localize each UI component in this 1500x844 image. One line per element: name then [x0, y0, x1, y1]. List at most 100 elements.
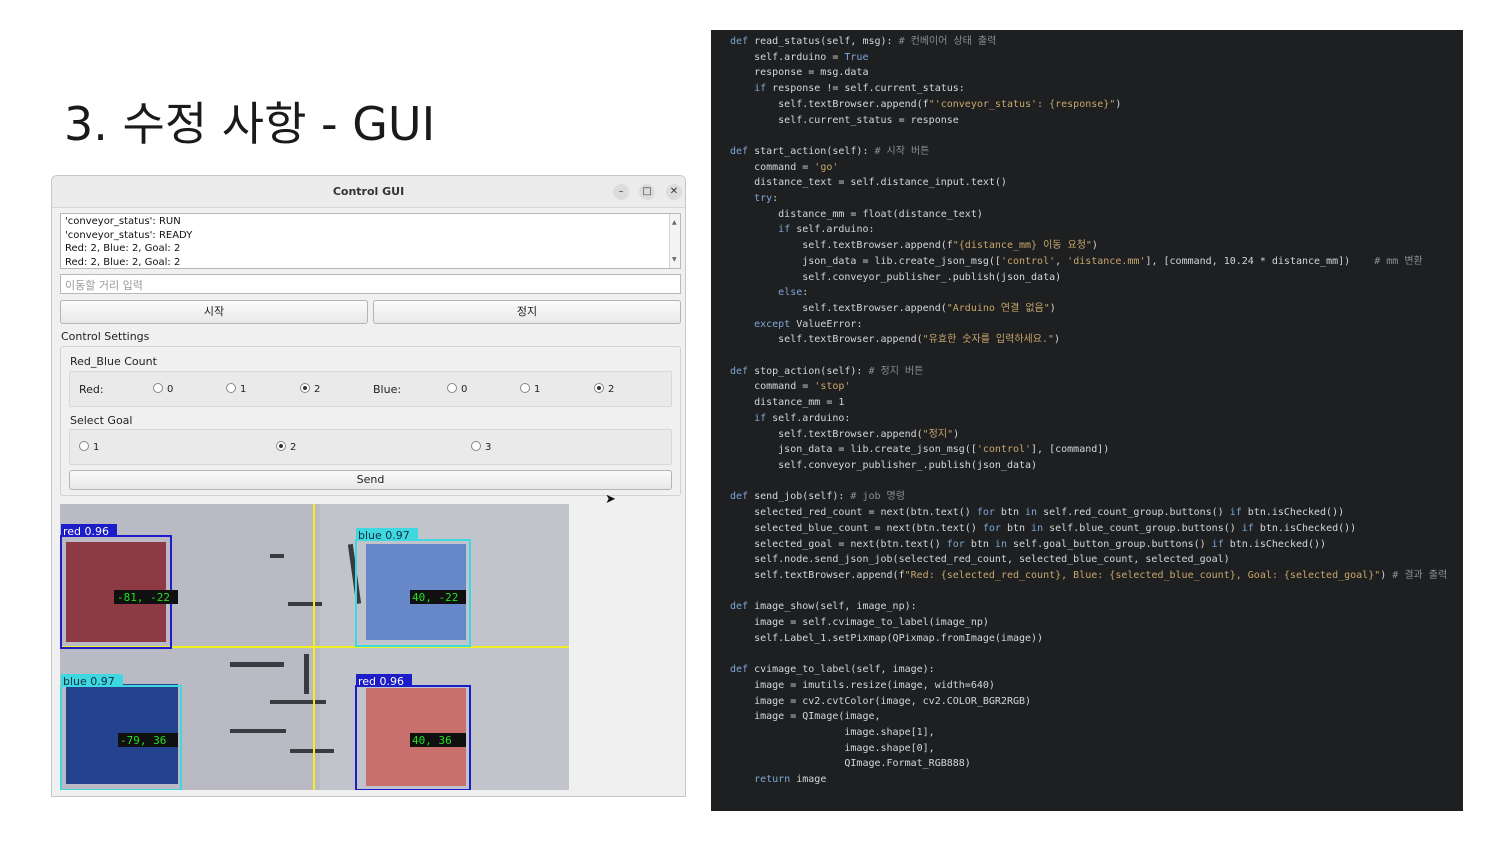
- code-line: return image: [754, 774, 827, 786]
- red-label: Red:: [79, 383, 104, 396]
- code-line: distance_mm = float(distance_text): [730, 208, 983, 220]
- code-listing: def read_status(self, msg): # 컨베이어 상태 출력…: [730, 34, 1447, 788]
- radio-label: 3: [485, 442, 492, 453]
- detection-label: red 0.96: [358, 675, 404, 688]
- close-icon[interactable]: ✕: [666, 184, 682, 200]
- code-line: image.shape[0],: [730, 742, 935, 754]
- code-line: json_data = lib.create_json_msg(['contro…: [730, 444, 1110, 456]
- detection-label: blue 0.97: [63, 675, 115, 688]
- code-line: def send_job(self): # job 명령: [730, 491, 905, 503]
- code-line: image = cv2.cvtColor(image, cv2.COLOR_BG…: [730, 695, 1032, 707]
- status-text-browser[interactable]: 'conveyor_status': RUN 'conveyor_status'…: [60, 213, 681, 269]
- code-line: self.conveyor_publisher_.publish(json_da…: [730, 271, 1062, 283]
- red-radio-1[interactable]: 1: [226, 383, 246, 395]
- code-line: self.textBrowser.append("Arduino 연결 없음"): [730, 302, 1056, 314]
- code-line: self.conveyor_publisher_.publish(json_da…: [730, 459, 1038, 471]
- select-goal-group: [69, 429, 672, 465]
- code-line: def read_status(self, msg): # 컨베이어 상태 출력: [730, 36, 997, 47]
- log-scrollbar[interactable]: ▲ ▼: [669, 214, 680, 268]
- code-line: def cvimage_to_label(self, image):: [730, 664, 935, 676]
- code-line: command = 'stop': [730, 381, 851, 393]
- code-line: image = imutils.resize(image, width=640): [730, 679, 995, 691]
- radio-label: 2: [608, 384, 615, 395]
- radio-label: 0: [167, 384, 174, 395]
- radio-label: 2: [290, 442, 297, 453]
- code-line: self.textBrowser.append(f"'conveyor_stat…: [730, 98, 1122, 110]
- code-line: QImage.Format_RGB888): [730, 758, 971, 770]
- minimize-icon[interactable]: –: [613, 184, 629, 200]
- blue-radio-0[interactable]: 0: [447, 383, 467, 395]
- code-line: selected_red_count = next(btn.text() for…: [730, 507, 1345, 519]
- camera-view: red 0.96 blue 0.97 blue 0.97 red 0.96 -8…: [60, 504, 569, 790]
- blue-radio-1[interactable]: 1: [520, 383, 540, 395]
- code-line: self.arduino = True: [730, 51, 869, 63]
- radio-label: 1: [93, 442, 100, 453]
- scroll-down-icon[interactable]: ▼: [672, 253, 677, 267]
- window-title: Control GUI: [332, 185, 405, 198]
- start-button[interactable]: 시작: [60, 300, 368, 324]
- radio-label: 1: [240, 384, 247, 395]
- code-line: else:: [778, 287, 809, 299]
- radio-label: 2: [314, 384, 321, 395]
- maximize-icon[interactable]: □: [639, 184, 655, 200]
- code-line: self.textBrowser.append("정지"): [730, 428, 960, 440]
- red-radio-2[interactable]: 2: [300, 383, 320, 395]
- send-button[interactable]: Send: [69, 470, 672, 490]
- goal-radio-1[interactable]: 1: [79, 441, 99, 453]
- code-line: image = self.cvimage_to_label(image_np): [730, 617, 989, 629]
- camera-feed-graphic: red 0.96 blue 0.97 blue 0.97 red 0.96 -8…: [60, 504, 569, 790]
- log-line: 'conveyor_status': RUN: [65, 216, 181, 227]
- code-line: if self.arduino:: [778, 224, 875, 236]
- code-line: if response != self.current_status:: [754, 83, 965, 95]
- code-line: def image_show(self, image_np):: [730, 601, 917, 613]
- radio-checked-icon: [300, 383, 310, 393]
- control-settings-label: Control Settings: [61, 330, 150, 343]
- code-line: self.textBrowser.append(f"{distance_mm} …: [730, 240, 1098, 252]
- control-gui-window: Control GUI – □ ✕ 'conveyor_status': RUN…: [51, 175, 686, 797]
- code-line: def start_action(self): # 시작 버튼: [730, 145, 930, 157]
- mouse-cursor-icon: ➤: [605, 492, 616, 507]
- radio-icon: [520, 383, 530, 393]
- window-titlebar[interactable]: Control GUI – □ ✕: [52, 176, 685, 208]
- code-line: if self.arduino:: [754, 412, 851, 424]
- log-line: Red: 2, Blue: 2, Goal: 2: [65, 243, 181, 254]
- code-line: image = QImage(image,: [730, 711, 881, 723]
- detection-coord: -81, -22: [117, 591, 170, 604]
- scroll-up-icon[interactable]: ▲: [672, 216, 677, 230]
- stop-button[interactable]: 정지: [373, 300, 681, 324]
- code-line: distance_mm = 1: [730, 397, 845, 409]
- code-editor-panel: def read_status(self, msg): # 컨베이어 상태 출력…: [711, 30, 1463, 811]
- code-line: selected_goal = next(btn.text() for btn …: [730, 538, 1327, 550]
- goal-radio-2[interactable]: 2: [276, 441, 296, 453]
- radio-label: 1: [534, 384, 541, 395]
- code-line: try:: [754, 193, 779, 205]
- code-line: command = 'go': [730, 161, 839, 173]
- radio-label: 0: [461, 384, 468, 395]
- detection-coord: 40, -22: [412, 591, 458, 604]
- blue-radio-2[interactable]: 2: [594, 383, 614, 395]
- red-radio-0[interactable]: 0: [153, 383, 173, 395]
- code-line: except ValueError:: [754, 318, 863, 330]
- code-line: self.Label_1.setPixmap(QPixmap.fromImage…: [730, 632, 1044, 644]
- distance-input[interactable]: 이동할 거리 입력: [60, 274, 681, 294]
- log-line: Red: 2, Blue: 2, Goal: 2: [65, 256, 181, 268]
- radio-icon: [79, 441, 89, 451]
- detection-coord: -79, 36: [120, 734, 166, 747]
- slide-title: 3. 수정 사항 - GUI: [64, 97, 436, 151]
- radio-icon: [471, 441, 481, 451]
- code-line: def stop_action(self): # 정지 버튼: [730, 365, 924, 377]
- code-line: self.textBrowser.append("유효한 숫자를 입력하세요."…: [730, 334, 1060, 346]
- radio-icon: [153, 383, 163, 393]
- code-line: response = msg.data: [730, 67, 869, 79]
- goal-radio-3[interactable]: 3: [471, 441, 491, 453]
- radio-icon: [226, 383, 236, 393]
- detection-coord: 40, 36: [412, 734, 452, 747]
- blue-label: Blue:: [373, 383, 402, 396]
- radio-checked-icon: [594, 383, 604, 393]
- select-goal-label: Select Goal: [70, 414, 133, 427]
- code-line: image.shape[1],: [730, 726, 935, 738]
- radio-icon: [447, 383, 457, 393]
- detection-label: red 0.96: [63, 525, 109, 538]
- code-line: self.current_status = response: [730, 114, 959, 126]
- detection-label: blue 0.97: [358, 529, 410, 542]
